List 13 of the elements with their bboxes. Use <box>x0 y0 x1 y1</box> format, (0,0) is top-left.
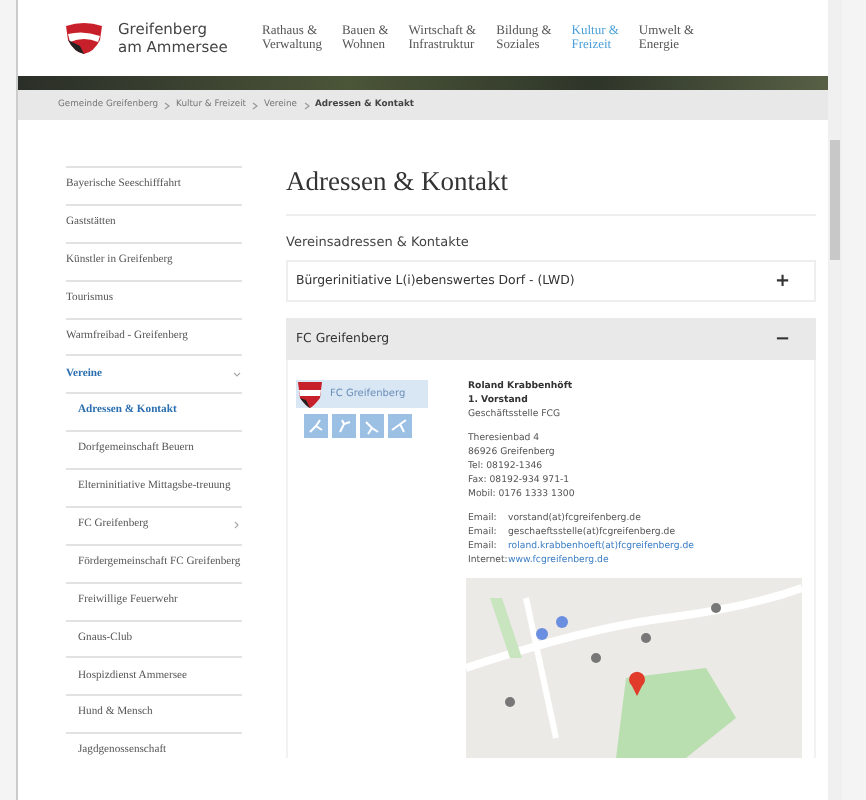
sport-pictogram-icon <box>332 414 356 438</box>
chevron-icon <box>232 369 242 380</box>
sport-pictogram-icon <box>304 414 328 438</box>
chevron-icon <box>232 520 242 531</box>
sport-pictogram-icon <box>388 414 412 438</box>
chevron-icon <box>252 101 259 109</box>
sport-pictogram-icon <box>360 414 384 438</box>
chevron-icon <box>303 101 310 109</box>
chevron-icon <box>164 101 171 109</box>
shield-logo-icon <box>62 22 106 54</box>
shield-logo-icon <box>296 380 324 408</box>
page-title: Adressen & Kontakt <box>286 166 816 216</box>
scrollbar[interactable] <box>828 0 842 800</box>
